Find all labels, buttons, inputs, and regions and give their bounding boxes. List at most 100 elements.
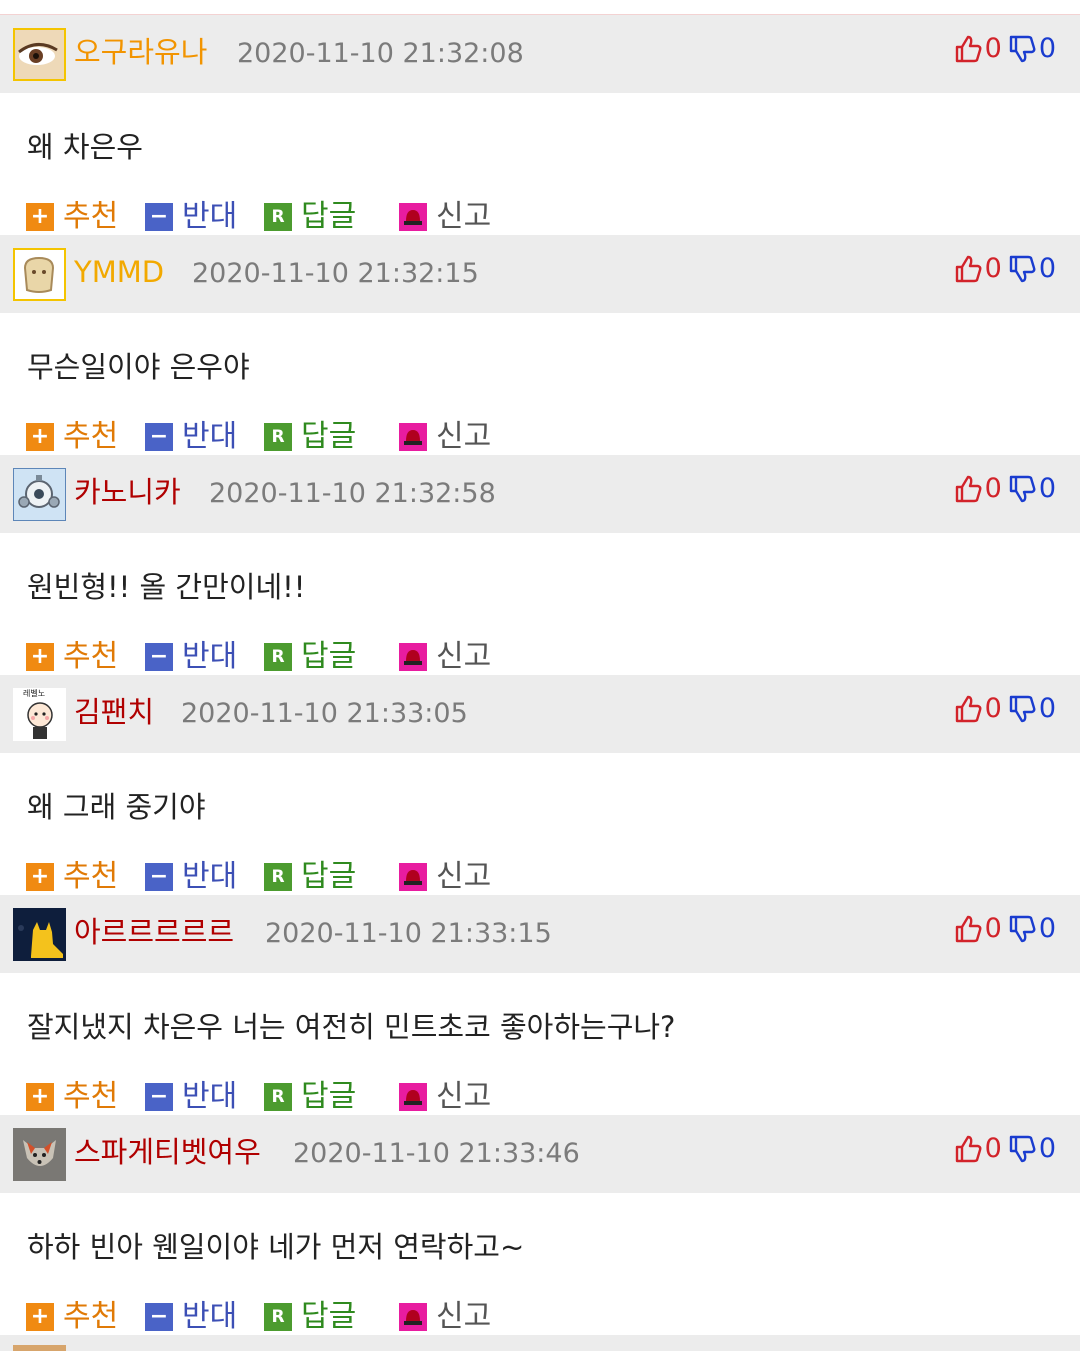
report-button[interactable]: 신고 — [399, 1077, 491, 1117]
thumb-down-icon[interactable] — [1008, 1134, 1036, 1164]
recommend-button[interactable]: + 추천 — [26, 417, 118, 457]
down-count: 0 — [1038, 473, 1056, 504]
report-button[interactable]: 신고 — [399, 857, 491, 897]
author-name[interactable]: 오구라유나 — [74, 34, 207, 70]
author-name[interactable]: YMMD — [74, 254, 164, 290]
comment-date: 2020-11-10 21:32:08 — [237, 38, 524, 69]
recommend-label: 추천 — [63, 419, 119, 454]
reply-button[interactable]: R 답글 — [264, 197, 356, 237]
comment-text: 왜 그래 중기야 — [27, 790, 206, 824]
recommend-button[interactable]: + 추천 — [26, 1297, 118, 1337]
author-name[interactable]: 스파게티벳여우 — [74, 1134, 261, 1170]
vote-counts: 0 0 — [954, 32, 1056, 66]
thumb-up-icon[interactable] — [954, 474, 982, 504]
up-count: 0 — [984, 33, 1002, 64]
recommend-label: 추천 — [63, 1299, 119, 1334]
reply-icon: R — [264, 203, 292, 231]
reply-label: 답글 — [301, 1299, 357, 1334]
reply-label: 답글 — [301, 419, 357, 454]
siren-icon — [399, 423, 427, 451]
thumb-up-icon[interactable] — [954, 254, 982, 284]
thumb-up-icon[interactable] — [954, 694, 982, 724]
vote-counts: 0 0 — [954, 472, 1056, 506]
next-comment-header-partial — [0, 1335, 1080, 1351]
avatar[interactable]: 레벨노 — [13, 688, 66, 741]
recommend-label: 추천 — [63, 1079, 119, 1114]
plus-icon: + — [26, 203, 54, 231]
reply-label: 답글 — [301, 859, 357, 894]
minus-icon: − — [145, 423, 173, 451]
report-button[interactable]: 신고 — [399, 637, 491, 677]
comment-item: YMMD 2020-11-10 21:32:15 0 0 무슨일이야 은우야 +… — [0, 235, 1080, 455]
siren-icon — [399, 1303, 427, 1331]
avatar[interactable] — [13, 468, 66, 521]
oppose-label: 반대 — [182, 199, 238, 234]
reply-button[interactable]: R 답글 — [264, 637, 356, 677]
up-count: 0 — [984, 913, 1002, 944]
recommend-button[interactable]: + 추천 — [26, 637, 118, 677]
avatar[interactable] — [13, 908, 66, 961]
plus-icon: + — [26, 1083, 54, 1111]
report-button[interactable]: 신고 — [399, 1297, 491, 1337]
recommend-button[interactable]: + 추천 — [26, 1077, 118, 1117]
oppose-button[interactable]: − 반대 — [145, 857, 237, 897]
oppose-button[interactable]: − 반대 — [145, 197, 237, 237]
recommend-label: 추천 — [63, 199, 119, 234]
up-count: 0 — [984, 253, 1002, 284]
thumb-down-icon[interactable] — [1008, 694, 1036, 724]
report-label: 신고 — [436, 419, 492, 454]
reply-icon: R — [264, 1083, 292, 1111]
avatar[interactable] — [13, 248, 66, 301]
oppose-button[interactable]: − 반대 — [145, 417, 237, 457]
reply-button[interactable]: R 답글 — [264, 857, 356, 897]
report-button[interactable]: 신고 — [399, 197, 491, 237]
recommend-label: 추천 — [63, 859, 119, 894]
author-name[interactable]: 카노니카 — [74, 474, 181, 510]
comment-date: 2020-11-10 21:33:05 — [181, 698, 468, 729]
reply-button[interactable]: R 답글 — [264, 1297, 356, 1337]
comment-text: 하하 빈아 웬일이야 네가 먼저 연락하고~ — [27, 1230, 525, 1264]
thumb-up-icon[interactable] — [954, 1134, 982, 1164]
thumb-down-icon[interactable] — [1008, 474, 1036, 504]
avatar-badge-text: 레벨노 — [23, 689, 46, 698]
oppose-button[interactable]: − 반대 — [145, 1077, 237, 1117]
author-name[interactable]: 아르르르르르 — [74, 914, 234, 950]
recommend-button[interactable]: + 추천 — [26, 197, 118, 237]
thumb-up-icon[interactable] — [954, 34, 982, 64]
comment-header: 스파게티벳여우 2020-11-10 21:33:46 0 0 — [0, 1115, 1080, 1193]
comment-text: 잘지냈지 차은우 너는 여전히 민트초코 좋아하는구나? — [27, 1010, 676, 1044]
avatar[interactable] — [13, 1128, 66, 1181]
comment-item: 스파게티벳여우 2020-11-10 21:33:46 0 0 하하 빈아 웬일… — [0, 1115, 1080, 1335]
plus-icon: + — [26, 423, 54, 451]
oppose-button[interactable]: − 반대 — [145, 1297, 237, 1337]
cat-avatar-image — [13, 908, 66, 961]
thumb-down-icon[interactable] — [1008, 34, 1036, 64]
vote-counts: 0 0 — [954, 692, 1056, 726]
minus-icon: − — [145, 203, 173, 231]
comment-text: 왜 차은우 — [27, 130, 143, 164]
comment-header: 카노니카 2020-11-10 21:32:58 0 0 — [0, 455, 1080, 533]
reply-button[interactable]: R 답글 — [264, 1077, 356, 1117]
author-name[interactable]: 김팬치 — [74, 694, 154, 730]
comment-date: 2020-11-10 21:33:46 — [293, 1138, 580, 1169]
siren-icon — [399, 1083, 427, 1111]
report-button[interactable]: 신고 — [399, 417, 491, 457]
recommend-label: 추천 — [63, 639, 119, 674]
thumb-up-icon[interactable] — [954, 914, 982, 944]
siren-icon — [399, 643, 427, 671]
oppose-button[interactable]: − 반대 — [145, 637, 237, 677]
reply-label: 답글 — [301, 199, 357, 234]
robot-avatar-image — [14, 469, 65, 520]
thumb-down-icon[interactable] — [1008, 254, 1036, 284]
comment-text: 무슨일이야 은우야 — [27, 350, 250, 384]
thumb-down-icon[interactable] — [1008, 914, 1036, 944]
vote-counts: 0 0 — [954, 252, 1056, 286]
recommend-button[interactable]: + 추천 — [26, 857, 118, 897]
reply-button[interactable]: R 답글 — [264, 417, 356, 457]
comment-item: 아르르르르르 2020-11-10 21:33:15 0 0 잘지냈지 차은우 … — [0, 895, 1080, 1115]
vote-counts: 0 0 — [954, 912, 1056, 946]
up-count: 0 — [984, 1133, 1002, 1164]
plus-icon: + — [26, 863, 54, 891]
comment-header: 레벨노 김팬치 2020-11-10 21:33:05 0 0 — [0, 675, 1080, 753]
avatar[interactable] — [13, 28, 66, 81]
